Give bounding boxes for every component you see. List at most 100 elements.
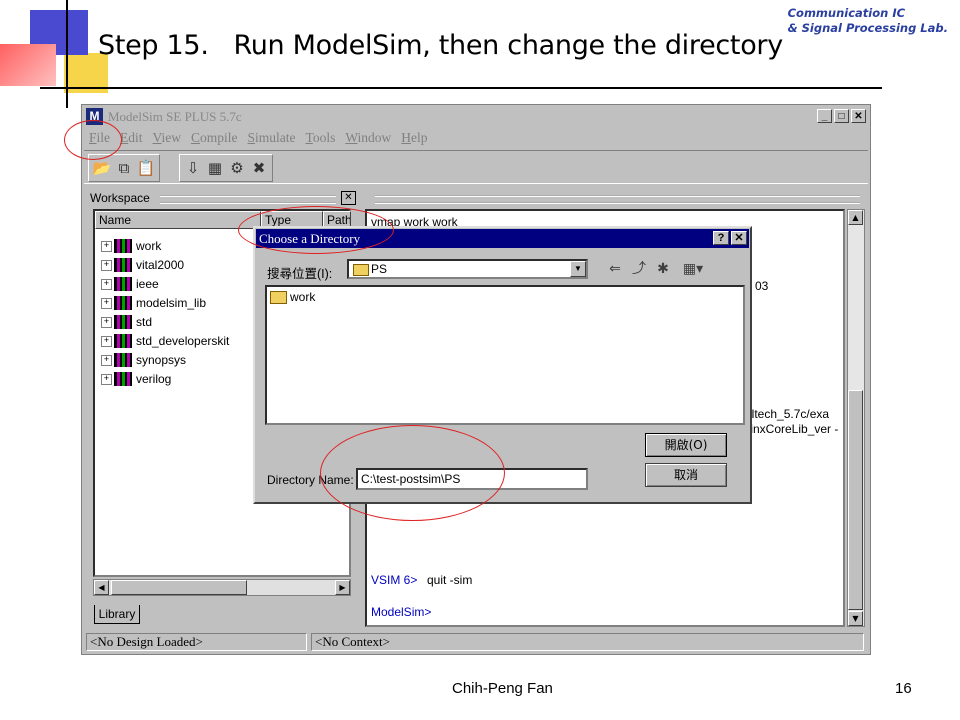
library-name: vital2000	[136, 258, 185, 272]
library-icon	[114, 353, 132, 367]
expand-icon[interactable]: +	[101, 373, 112, 385]
expand-icon[interactable]: +	[101, 335, 112, 347]
choose-directory-dialog: Choose a Directory ? ✕ 搜尋位置(I): PS ▼ ⇐ ⤴…	[253, 226, 752, 504]
status-design: <No Design Loaded>	[86, 633, 307, 651]
menu-file[interactable]: File	[84, 128, 115, 148]
menu-compile[interactable]: Compile	[186, 128, 243, 148]
expand-icon[interactable]: +	[101, 278, 112, 290]
library-row[interactable]: + std	[101, 313, 152, 331]
menu-bar: File Edit View Compile Simulate Tools Window He…	[84, 128, 868, 148]
library-icon	[114, 239, 132, 253]
folder-item[interactable]: work	[270, 290, 315, 304]
break-icon[interactable]: ✖	[249, 158, 269, 178]
tab-library[interactable]: Library	[94, 605, 140, 624]
lab-name-line1: Communication IC	[787, 6, 906, 20]
library-name: modelsim_lib	[136, 296, 207, 310]
window-titlebar[interactable]: M ModelSim SE PLUS 5.7c _ □ ✕	[84, 107, 868, 126]
library-row[interactable]: + verilog	[101, 370, 171, 388]
compile-all-icon[interactable]: ▦	[205, 158, 225, 178]
open-folder-icon[interactable]: 📂	[92, 158, 112, 178]
menu-view[interactable]: View	[148, 128, 186, 148]
library-name: ieee	[136, 277, 159, 291]
library-icon	[114, 296, 132, 310]
footer-page-number: 16	[895, 680, 912, 697]
open-button[interactable]: 開啟(O)	[645, 433, 727, 457]
dialog-close-button[interactable]: ✕	[731, 231, 747, 245]
chevron-down-icon[interactable]: ▼	[570, 261, 586, 277]
slide-decoration-vertical-line	[66, 0, 68, 108]
library-name: synopsys	[136, 353, 187, 367]
scroll-up-icon[interactable]: ▲	[848, 210, 863, 225]
minimize-button[interactable]: _	[817, 109, 832, 123]
vsim-prompt: VSIM 6>	[371, 573, 418, 587]
scroll-thumb[interactable]	[848, 390, 863, 610]
lab-name-line2: & Signal Processing Lab.	[787, 21, 948, 35]
library-icon	[114, 277, 132, 291]
maximize-button[interactable]: □	[834, 109, 849, 123]
directory-name-field[interactable]: C:\test-postsim\PS	[356, 468, 588, 490]
toolbar: 📂 ⧉ 📋 ⇩ ▦ ⚙ ✖	[84, 150, 868, 184]
scroll-left-icon[interactable]: ◀	[94, 580, 109, 595]
paste-icon[interactable]: 📋	[136, 158, 156, 178]
back-arrow-icon[interactable]: ⇐	[605, 260, 625, 278]
toolbar-group-compile: ⇩ ▦ ⚙ ✖	[179, 154, 273, 182]
close-button[interactable]: ✕	[851, 109, 866, 123]
transcript-fragment: 03	[755, 279, 769, 293]
transcript-fragment: eltech_5.7c/exa	[745, 407, 830, 421]
scroll-thumb[interactable]	[111, 580, 247, 595]
scroll-down-icon[interactable]: ▼	[848, 611, 863, 626]
scroll-right-icon[interactable]: ▶	[335, 580, 350, 595]
menu-window[interactable]: Window	[340, 128, 396, 148]
view-menu-icon[interactable]: ▦▾	[679, 260, 707, 278]
library-icon	[114, 334, 132, 348]
library-row[interactable]: + vital2000	[101, 256, 184, 274]
library-name: work	[136, 239, 162, 253]
directory-name-label: Directory Name:	[267, 473, 354, 487]
library-row[interactable]: + ieee	[101, 275, 159, 293]
status-context: <No Context>	[311, 633, 864, 651]
transcript-header	[365, 191, 865, 205]
slide-decoration-red-square	[0, 44, 56, 86]
copy-icon[interactable]: ⧉	[114, 158, 134, 178]
lab-name: Communication IC & Signal Processing Lab…	[788, 6, 948, 36]
simulate-icon[interactable]: ⚙	[227, 158, 247, 178]
help-button[interactable]: ?	[713, 231, 729, 245]
folder-icon	[270, 290, 287, 304]
look-in-label: 搜尋位置(I):	[267, 267, 333, 281]
up-folder-icon[interactable]: ⤴	[629, 260, 649, 278]
workspace-horizontal-scrollbar[interactable]: ◀ ▶	[93, 579, 351, 596]
library-name: std_developerskit	[136, 334, 230, 348]
workspace-grip[interactable]	[160, 195, 336, 204]
modelsim-logo-icon: M	[86, 108, 103, 125]
library-row[interactable]: + modelsim_lib	[101, 294, 206, 312]
workspace-close-icon[interactable]: ✕	[341, 191, 356, 205]
expand-icon[interactable]: +	[101, 316, 112, 328]
new-folder-icon[interactable]: ✱	[653, 260, 673, 278]
workspace-header: Workspace ✕	[90, 191, 356, 205]
library-row[interactable]: + work	[101, 237, 161, 255]
menu-simulate[interactable]: Simulate	[243, 128, 301, 148]
library-icon	[114, 258, 132, 272]
compile-icon[interactable]: ⇩	[183, 158, 203, 178]
menu-edit[interactable]: Edit	[115, 128, 148, 148]
folder-list[interactable]: work	[265, 285, 745, 425]
toolbar-group-file: 📂 ⧉ 📋	[88, 154, 160, 182]
expand-icon[interactable]: +	[101, 259, 112, 271]
menu-help[interactable]: Help	[396, 128, 432, 148]
window-title: ModelSim SE PLUS 5.7c	[108, 109, 242, 124]
expand-icon[interactable]: +	[101, 354, 112, 366]
expand-icon[interactable]: +	[101, 240, 112, 252]
dialog-titlebar[interactable]: Choose a Directory ? ✕	[256, 229, 749, 248]
library-row[interactable]: + std_developerskit	[101, 332, 229, 350]
slide-title: Step 15. Run ModelSim, then change the d…	[98, 30, 783, 61]
transcript-grip[interactable]	[375, 195, 860, 204]
transcript-vertical-scrollbar[interactable]: ▲ ▼	[847, 209, 865, 627]
slide-decoration-horizontal-line	[40, 87, 882, 89]
cancel-button[interactable]: 取消	[645, 463, 727, 487]
expand-icon[interactable]: +	[101, 297, 112, 309]
library-row[interactable]: + synopsys	[101, 351, 186, 369]
look-in-dropdown[interactable]: PS ▼	[347, 259, 588, 279]
folder-icon	[353, 264, 369, 276]
column-header-name[interactable]: Name	[95, 211, 261, 229]
menu-tools[interactable]: Tools	[301, 128, 341, 148]
